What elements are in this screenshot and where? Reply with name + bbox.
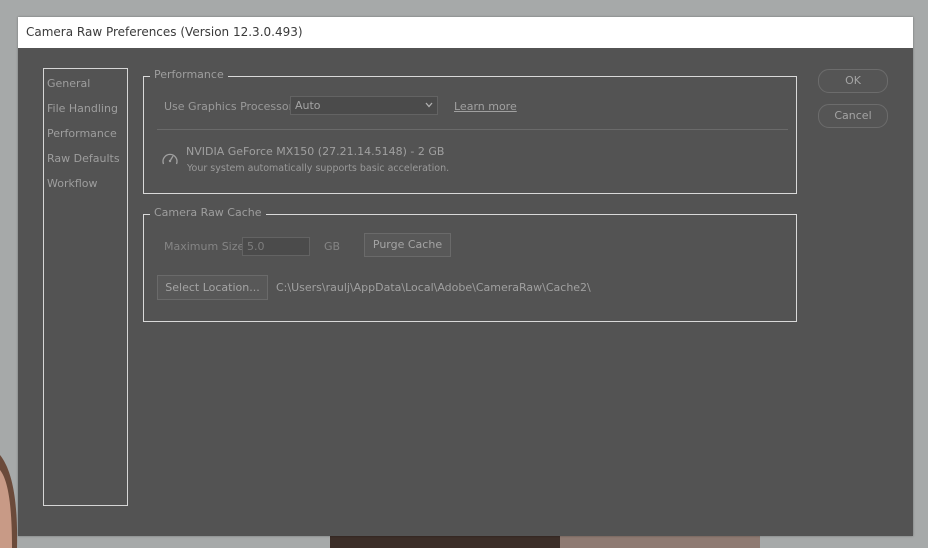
ok-button[interactable]: OK (818, 69, 888, 93)
preferences-dialog: Camera Raw Preferences (Version 12.3.0.4… (18, 17, 913, 536)
purge-cache-button[interactable]: Purge Cache (364, 233, 451, 257)
performance-group: Performance Use Graphics Processor: Auto… (143, 68, 797, 194)
size-unit-label: GB (324, 240, 341, 253)
gpu-select-value: Auto (295, 99, 321, 112)
max-size-value: 5.0 (247, 240, 265, 253)
cache-group: Camera Raw Cache Maximum Size: 5.0 GB Pu… (143, 206, 797, 322)
max-size-input[interactable]: 5.0 (242, 237, 310, 256)
sidebar-item-performance[interactable]: Performance (47, 127, 117, 140)
gpu-status: Your system automatically supports basic… (187, 163, 450, 174)
cache-legend: Camera Raw Cache (150, 206, 266, 219)
learn-more-link[interactable]: Learn more (454, 100, 517, 113)
max-size-label: Maximum Size: (164, 240, 248, 253)
dialog-title: Camera Raw Preferences (Version 12.3.0.4… (26, 25, 303, 39)
performance-divider (157, 129, 788, 130)
performance-legend: Performance (150, 68, 228, 81)
sidebar-item-workflow[interactable]: Workflow (47, 177, 98, 190)
gpu-name: NVIDIA GeForce MX150 (27.21.14.5148) - 2… (186, 145, 445, 158)
preferences-sidebar: General File Handling Performance Raw De… (43, 68, 128, 506)
sidebar-item-file-handling[interactable]: File Handling (47, 102, 118, 115)
gpu-select[interactable]: Auto (290, 96, 438, 115)
cache-path: C:\Users\raulj\AppData\Local\Adobe\Camer… (276, 281, 591, 294)
cancel-button[interactable]: Cancel (818, 104, 888, 128)
gauge-icon (162, 153, 178, 165)
sidebar-item-raw-defaults[interactable]: Raw Defaults (47, 152, 120, 165)
chevron-down-icon (425, 102, 433, 108)
sidebar-item-general[interactable]: General (47, 77, 90, 90)
gpu-label: Use Graphics Processor: (164, 100, 297, 113)
select-location-button[interactable]: Select Location... (157, 275, 268, 300)
title-bar: Camera Raw Preferences (Version 12.3.0.4… (18, 17, 913, 48)
